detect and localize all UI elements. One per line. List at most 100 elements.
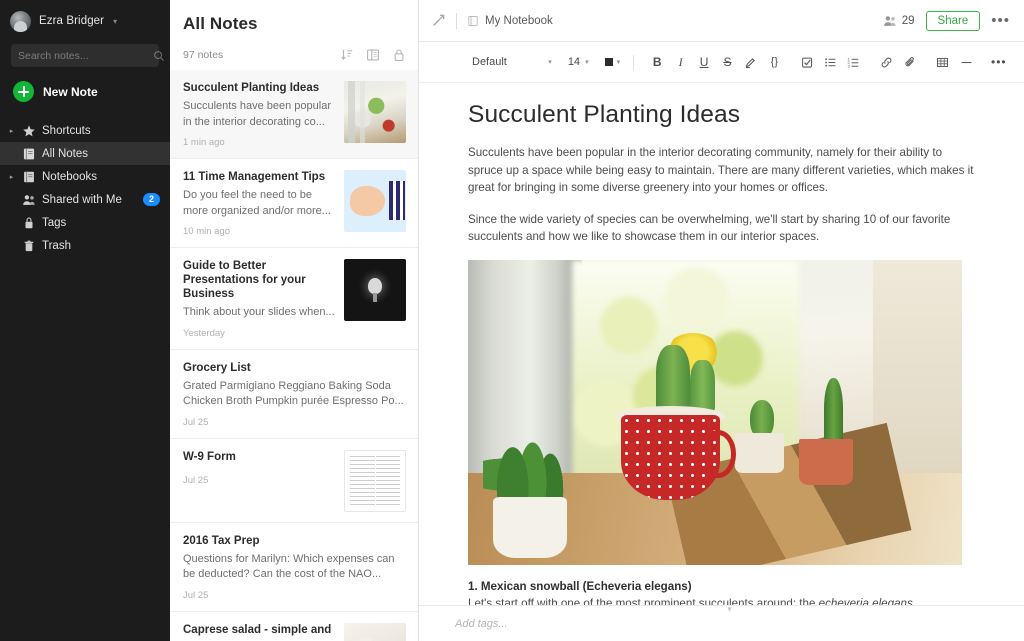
note-card-snippet: Do you feel the need to be more organize…: [183, 188, 336, 219]
disclosure-arrow-icon[interactable]: ▸: [7, 127, 16, 135]
note-paragraph-2: Since the wide variety of species can be…: [468, 211, 976, 246]
note-thumbnail: [344, 623, 406, 641]
search-input[interactable]: [18, 50, 153, 62]
note-card-date: Jul 25: [183, 590, 406, 601]
terracotta-pot: [799, 439, 853, 485]
note-card-title: 2016 Tax Prep: [183, 534, 406, 548]
note-count-label: 97 notes: [183, 49, 223, 61]
font-size-value: 14: [568, 56, 580, 68]
editor-topbar-actions: 29 Share •••: [883, 11, 1010, 31]
chevron-down-icon[interactable]: ▾: [722, 605, 738, 613]
color-swatch: [605, 58, 613, 66]
attachment-button[interactable]: [900, 51, 920, 73]
shared-badge-count: 2: [143, 193, 160, 206]
star-icon: [22, 124, 36, 138]
note-card[interactable]: Succulent Planting Ideas Succulents have…: [170, 70, 418, 159]
numbered-list-button[interactable]: 123: [844, 51, 864, 73]
link-button[interactable]: [876, 51, 896, 73]
note-card-snippet: Grated Parmigiano Reggiano Baking Soda C…: [183, 379, 406, 410]
note-card-snippet: Succulents have been popular in the inte…: [183, 99, 336, 130]
people-icon: [883, 14, 897, 28]
note-list-panel: All Notes 97 notes: [170, 0, 419, 641]
sidebar-label-notebooks: Notebooks: [42, 171, 97, 183]
text-color-select[interactable]: ▾: [605, 58, 621, 66]
horizontal-rule-button[interactable]: [956, 51, 976, 73]
note-list-actions: [340, 48, 406, 62]
new-note-label: New Note: [43, 85, 98, 99]
editor-topbar: My Notebook 29 Share •••: [419, 0, 1024, 42]
sidebar-item-trash[interactable]: Trash: [0, 234, 170, 257]
note-card-text: Succulent Planting Ideas Succulents have…: [183, 81, 336, 148]
white-pot: [735, 433, 784, 473]
note-list-title: All Notes: [170, 0, 418, 34]
view-layout-icon[interactable]: [366, 48, 380, 62]
note-content-area[interactable]: Succulent Planting Ideas Succulents have…: [419, 83, 1024, 605]
notes-icon: [22, 147, 36, 161]
notebook-selector[interactable]: My Notebook: [467, 15, 553, 27]
note-card-snippet: Questions for Marilyn: Which expenses ca…: [183, 552, 406, 583]
note-thumbnail: [344, 450, 406, 512]
note-thumbnail: [344, 170, 406, 232]
underline-button[interactable]: U: [694, 51, 714, 73]
sidebar-item-notebooks[interactable]: ▸ Notebooks: [0, 165, 170, 188]
sort-icon[interactable]: [340, 48, 354, 62]
italic-button[interactable]: I: [670, 51, 690, 73]
note-editor: My Notebook 29 Share ••• Default: [419, 0, 1024, 641]
highlighter-button[interactable]: [741, 51, 761, 73]
checkbox-button[interactable]: [797, 51, 817, 73]
sidebar-item-shortcuts[interactable]: ▸ Shortcuts: [0, 119, 170, 142]
note-cards-container[interactable]: Succulent Planting Ideas Succulents have…: [170, 70, 418, 641]
note-card-text: Grocery List Grated Parmigiano Reggiano …: [183, 361, 406, 428]
search-box[interactable]: [11, 44, 159, 67]
code-block-button[interactable]: {}: [764, 51, 784, 73]
sidebar-item-tags[interactable]: Tags: [0, 211, 170, 234]
note-card-snippet: Think about your slides when...: [183, 305, 336, 321]
sidebar-label-shortcuts: Shortcuts: [42, 125, 91, 137]
bold-button[interactable]: B: [647, 51, 667, 73]
user-account-menu[interactable]: Ezra Bridger ▾: [0, 6, 170, 36]
expand-icon[interactable]: [431, 13, 446, 28]
lock-icon[interactable]: [392, 48, 406, 62]
note-card[interactable]: 2016 Tax Prep Questions for Marilyn: Whi…: [170, 523, 418, 612]
note-card-title: Caprese salad - simple and: [183, 623, 336, 637]
bulleted-list-button[interactable]: [820, 51, 840, 73]
sidebar-item-all-notes[interactable]: All Notes: [0, 142, 170, 165]
font-family-select[interactable]: Default ▾: [472, 56, 552, 68]
note-title[interactable]: Succulent Planting Ideas: [468, 101, 976, 129]
sidebar-label-shared-with-me: Shared with Me: [42, 194, 122, 206]
note-card[interactable]: Grocery List Grated Parmigiano Reggiano …: [170, 350, 418, 439]
sidebar-label-trash: Trash: [42, 240, 71, 252]
note-card[interactable]: W-9 Form Jul 25: [170, 439, 418, 523]
user-name: Ezra Bridger: [39, 15, 104, 27]
trash-icon: [22, 239, 36, 253]
section-text-italic: echeveria elegans: [819, 597, 913, 606]
note-thumbnail: [344, 259, 406, 321]
font-size-select[interactable]: 14 ▾: [568, 56, 589, 68]
collaborators-indicator[interactable]: 29: [883, 14, 915, 28]
sidebar-label-tags: Tags: [42, 217, 66, 229]
disclosure-arrow-icon[interactable]: ▸: [7, 173, 16, 181]
svg-text:3: 3: [848, 63, 851, 68]
tag-icon: [22, 216, 36, 230]
strikethrough-button[interactable]: S: [717, 51, 737, 73]
white-mug: [493, 497, 567, 558]
table-button[interactable]: [933, 51, 953, 73]
note-card-text: Guide to Better Presentations for your B…: [183, 259, 336, 339]
note-image-succulents: [468, 260, 962, 565]
new-note-button[interactable]: New Note: [0, 67, 170, 102]
more-formatting-button[interactable]: •••: [989, 51, 1009, 73]
note-card-title: Succulent Planting Ideas: [183, 81, 336, 95]
search-icon: [153, 50, 165, 62]
more-options-button[interactable]: •••: [991, 16, 1010, 26]
note-card[interactable]: Caprese salad - simple and The summer mo…: [170, 612, 418, 641]
add-tags-input[interactable]: [455, 618, 655, 630]
chevron-down-icon: ▾: [585, 58, 589, 66]
sidebar-item-shared-with-me[interactable]: Shared with Me 2: [0, 188, 170, 211]
note-card-date: Yesterday: [183, 328, 336, 339]
note-card-text: 2016 Tax Prep Questions for Marilyn: Whi…: [183, 534, 406, 601]
cactus-in-cup: [656, 345, 691, 412]
note-card[interactable]: 11 Time Management Tips Do you feel the …: [170, 159, 418, 248]
share-button[interactable]: Share: [926, 11, 981, 31]
note-card-date: 10 min ago: [183, 226, 336, 237]
note-card[interactable]: Guide to Better Presentations for your B…: [170, 248, 418, 350]
